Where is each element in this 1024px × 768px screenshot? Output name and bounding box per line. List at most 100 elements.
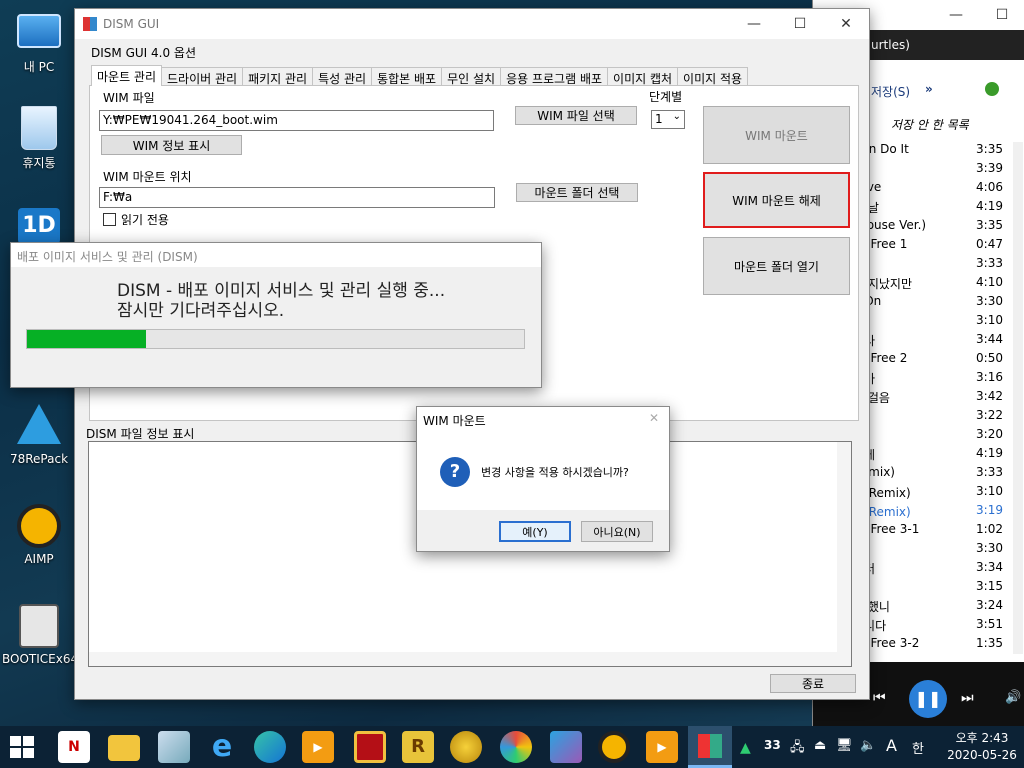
list-item[interactable]: 때3:39: [853, 161, 1013, 180]
start-button[interactable]: [10, 736, 34, 758]
media-player-taskbar-icon[interactable]: ▶: [646, 731, 678, 763]
app-red-icon[interactable]: [354, 731, 386, 763]
list-item[interactable]: 래(Remix) 3:10: [853, 484, 1013, 503]
playlist-scrollbar[interactable]: [1013, 142, 1023, 654]
desktop-icon-recycle-bin[interactable]: 휴지통: [2, 106, 76, 171]
wim-unmount-button[interactable]: WIM 마운트 해제: [703, 172, 850, 228]
maximize-button[interactable]: ☐: [979, 0, 1024, 30]
image-viewer-icon[interactable]: [550, 731, 582, 763]
horizontal-scrollbar[interactable]: [89, 652, 851, 666]
list-item[interactable]: Love4:06: [853, 180, 1013, 199]
exit-button[interactable]: 종료: [770, 674, 856, 693]
list-item[interactable]: Can Do It 3:35: [853, 142, 1013, 161]
list-item[interactable]: 습니다3:51: [853, 617, 1013, 636]
list-item[interactable]: es Free 3-2 1:35: [853, 636, 1013, 655]
tray-badge[interactable]: 33: [764, 738, 781, 752]
list-item[interactable]: 3:15: [853, 579, 1013, 598]
wim-info-button[interactable]: WIM 정보 표시: [101, 135, 242, 155]
track-time: 3:51: [976, 617, 1003, 631]
ime-mode[interactable]: A: [886, 736, 897, 755]
aimp-taskbar-icon[interactable]: [598, 731, 630, 763]
ntpwedit-icon[interactable]: N: [58, 731, 90, 763]
list-item[interactable]: 부터3:34: [853, 560, 1013, 579]
readonly-checkbox[interactable]: [103, 213, 116, 226]
media-player-icon[interactable]: ▶: [302, 731, 334, 763]
desktop-icon-78repack[interactable]: 78RePack: [2, 404, 76, 466]
yes-button[interactable]: 예(Y): [499, 521, 571, 542]
mount-folder-select-button[interactable]: 마운트 폴더 선택: [516, 183, 638, 202]
tray-app-icon[interactable]: ▲: [740, 740, 751, 756]
stage-select[interactable]: 1 ⌄: [651, 110, 685, 129]
list-item[interactable]: 지마3:16: [853, 370, 1013, 389]
maximize-button[interactable]: ☐: [777, 9, 823, 39]
wim-file-field[interactable]: Y:₩PE₩19041.264_boot.wim: [99, 110, 494, 131]
volume-icon[interactable]: 🔊: [1005, 690, 1021, 705]
list-item[interactable]: 3:33: [853, 256, 1013, 275]
list-item[interactable]: es Free 3-1 1:02: [853, 522, 1013, 541]
open-mount-folder-button[interactable]: 마운트 폴더 열기: [703, 237, 850, 295]
wim-file-select-button[interactable]: WIM 파일 선택: [515, 106, 637, 125]
list-item[interactable]: 게게4:19: [853, 446, 1013, 465]
tab-app-deploy[interactable]: 응용 프로그램 배포: [500, 67, 609, 86]
language-indicator[interactable]: 한: [912, 738, 924, 757]
list-item[interactable]: 이 걸음 3:42: [853, 389, 1013, 408]
tab-apply[interactable]: 이미지 적용: [677, 67, 749, 86]
desktop-icon-bootice[interactable]: BOOTICEx64: [2, 604, 78, 666]
tab-capture[interactable]: 이미지 캡처: [607, 67, 679, 86]
play-pause-button[interactable]: ❚❚: [909, 680, 947, 718]
list-item[interactable]: 천사3:44: [853, 332, 1013, 351]
close-button[interactable]: ✕: [823, 9, 869, 39]
list-item[interactable]: 속3:20: [853, 427, 1013, 446]
list-item[interactable]: 이 지났지만 4:10: [853, 275, 1013, 294]
tab-driver[interactable]: 드라이버 관리: [161, 67, 244, 86]
dism-gui-taskbar-button[interactable]: [688, 726, 732, 768]
list-item[interactable]: Remix) 3:33: [853, 465, 1013, 484]
next-icon[interactable]: ⏭: [961, 690, 974, 706]
playlist[interactable]: Can Do It3:35때3:39Love4:06는 날4:19(House …: [853, 142, 1013, 654]
player-options-icon[interactable]: [985, 82, 999, 96]
tab-package[interactable]: 패키지 관리: [242, 67, 314, 86]
mount-location-field[interactable]: F:₩a: [99, 187, 495, 208]
app-1d-icon[interactable]: 1D: [18, 208, 60, 244]
notepad-icon[interactable]: [158, 731, 190, 763]
tab-mount[interactable]: 마운트 관리: [91, 65, 163, 86]
vertical-scrollbar[interactable]: [837, 442, 851, 652]
internet-explorer-icon[interactable]: e: [206, 731, 238, 763]
app-color-icon[interactable]: [500, 731, 532, 763]
list-item[interactable]: 나3:30: [853, 541, 1013, 560]
usb-icon[interactable]: ⏏: [814, 738, 826, 753]
tab-feature[interactable]: 특성 관리: [312, 67, 373, 86]
close-icon[interactable]: ✕: [649, 411, 659, 425]
more-button[interactable]: »: [925, 82, 933, 96]
list-item[interactable]: (House Ver.) 3:35: [853, 218, 1013, 237]
clock[interactable]: 오후 2:43 2020-05-26: [944, 730, 1020, 764]
imagine-icon[interactable]: [450, 731, 482, 763]
tray-network-icon[interactable]: 🖥: [836, 738, 853, 753]
network-icon[interactable]: 🖧: [790, 738, 805, 760]
list-item[interactable]: 는 날4:19: [853, 199, 1013, 218]
list-item[interactable]: e On3:30: [853, 294, 1013, 313]
wim-mount-button[interactable]: WIM 마운트: [703, 106, 850, 164]
list-item[interactable]: es Free 1 0:47: [853, 237, 1013, 256]
tab-unattend[interactable]: 무인 설치: [441, 67, 502, 86]
list-item[interactable]: 속(Remix) 3:19: [853, 503, 1013, 522]
list-item[interactable]: es Free 2 0:50: [853, 351, 1013, 370]
previous-icon[interactable]: ⏮: [873, 690, 886, 706]
save-button[interactable]: 저장(S): [871, 83, 910, 100]
playlist-title: 저장 안 한 목록: [891, 118, 969, 132]
file-explorer-icon[interactable]: [108, 735, 140, 761]
desktop-icon-my-pc[interactable]: 내 PC: [2, 10, 76, 75]
desktop-icon-aimp[interactable]: AIMP: [2, 504, 76, 566]
list-item[interactable]: 안 했니 3:24: [853, 598, 1013, 617]
list-item[interactable]: 래3:10: [853, 313, 1013, 332]
menu-options[interactable]: DISM GUI 4.0 옵션: [91, 44, 196, 61]
no-button[interactable]: 아니요(N): [581, 521, 653, 542]
volume-tray-icon[interactable]: 🔈: [860, 738, 876, 753]
app-r-icon[interactable]: R: [402, 731, 434, 763]
list-item[interactable]: 기3:22: [853, 408, 1013, 427]
edge-icon[interactable]: [254, 731, 286, 763]
minimize-button[interactable]: —: [933, 0, 979, 30]
track-time: 3:16: [976, 370, 1003, 384]
minimize-button[interactable]: —: [731, 9, 777, 39]
tab-deploy[interactable]: 통합본 배포: [371, 67, 443, 86]
